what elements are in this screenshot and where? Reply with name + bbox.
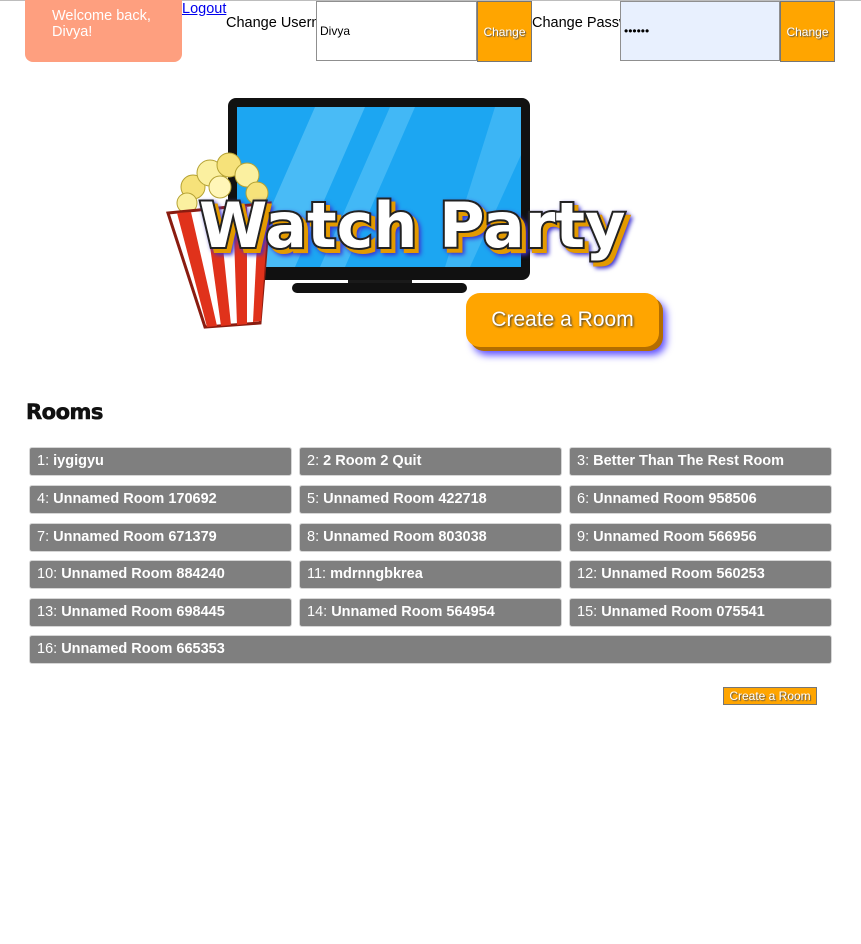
svg-text:Watch Party: Watch Party — [199, 189, 625, 262]
room-name: Unnamed Room 958506 — [593, 491, 757, 507]
room-number: 5: — [307, 491, 320, 507]
room-list-item[interactable]: 2: 2 Room 2 Quit — [299, 447, 562, 476]
room-list-item[interactable]: 6: Unnamed Room 958506 — [569, 485, 832, 514]
room-number: 9: — [577, 529, 590, 545]
room-list-item[interactable]: 8: Unnamed Room 803038 — [299, 523, 562, 552]
room-list-item[interactable]: 14: Unnamed Room 564954 — [299, 598, 562, 627]
room-list-item[interactable]: 4: Unnamed Room 170692 — [29, 485, 292, 514]
create-room-hero-button[interactable]: Create a Room — [466, 293, 659, 347]
room-name: Unnamed Room 564954 — [331, 604, 495, 620]
room-list-item[interactable]: 7: Unnamed Room 671379 — [29, 523, 292, 552]
logout-link[interactable]: Logout — [182, 1, 226, 17]
room-list-item[interactable]: 10: Unnamed Room 884240 — [29, 560, 292, 589]
room-list-item[interactable]: 12: Unnamed Room 560253 — [569, 560, 832, 589]
room-name: Unnamed Room 566956 — [593, 529, 757, 545]
room-list-item[interactable]: 5: Unnamed Room 422718 — [299, 485, 562, 514]
room-list-item[interactable]: 16: Unnamed Room 665353 — [29, 635, 832, 664]
room-number: 13: — [37, 604, 58, 620]
rooms-heading: Rooms — [26, 400, 104, 425]
room-name: Unnamed Room 665353 — [61, 641, 225, 657]
room-number: 14: — [307, 604, 328, 620]
create-room-button[interactable]: Create a Room — [723, 687, 817, 705]
room-name: Unnamed Room 170692 — [53, 491, 217, 507]
room-number: 16: — [37, 641, 58, 657]
room-number: 15: — [577, 604, 598, 620]
room-name: Unnamed Room 075541 — [601, 604, 765, 620]
room-name: Unnamed Room 884240 — [61, 566, 225, 582]
username-input[interactable] — [316, 1, 477, 61]
room-list-item[interactable]: 9: Unnamed Room 566956 — [569, 523, 832, 552]
room-number: 3: — [577, 453, 590, 469]
room-number: 6: — [577, 491, 590, 507]
change-username-button[interactable]: Change — [477, 1, 532, 62]
room-name: Unnamed Room 671379 — [53, 529, 217, 545]
room-number: 8: — [307, 529, 320, 545]
change-password-button[interactable]: Change — [780, 1, 835, 62]
welcome-banner: Welcome back, Divya! — [25, 0, 182, 62]
room-name: Unnamed Room 803038 — [323, 529, 487, 545]
password-input[interactable] — [620, 1, 780, 61]
room-number: 1: — [37, 453, 50, 469]
room-number: 12: — [577, 566, 598, 582]
room-list-item[interactable]: 1: iygigyu — [29, 447, 292, 476]
room-number: 4: — [37, 491, 50, 507]
room-name: Better Than The Rest Room — [593, 453, 785, 469]
room-number: 7: — [37, 529, 50, 545]
room-name: mdrnngbkrea — [330, 566, 423, 582]
room-name: Unnamed Room 422718 — [323, 491, 487, 507]
room-number: 10: — [37, 566, 58, 582]
room-number: 2: — [307, 453, 320, 469]
room-name: Unnamed Room 560253 — [601, 566, 765, 582]
room-list-item[interactable]: 13: Unnamed Room 698445 — [29, 598, 292, 627]
room-number: 11: — [307, 566, 327, 582]
room-name: 2 Room 2 Quit — [323, 453, 422, 469]
room-name: iygigyu — [53, 453, 104, 469]
room-list-item[interactable]: 15: Unnamed Room 075541 — [569, 598, 832, 627]
room-list-item[interactable]: 3: Better Than The Rest Room — [569, 447, 832, 476]
room-name: Unnamed Room 698445 — [61, 604, 225, 620]
room-list-item[interactable]: 11: mdrnngbkrea — [299, 560, 562, 589]
